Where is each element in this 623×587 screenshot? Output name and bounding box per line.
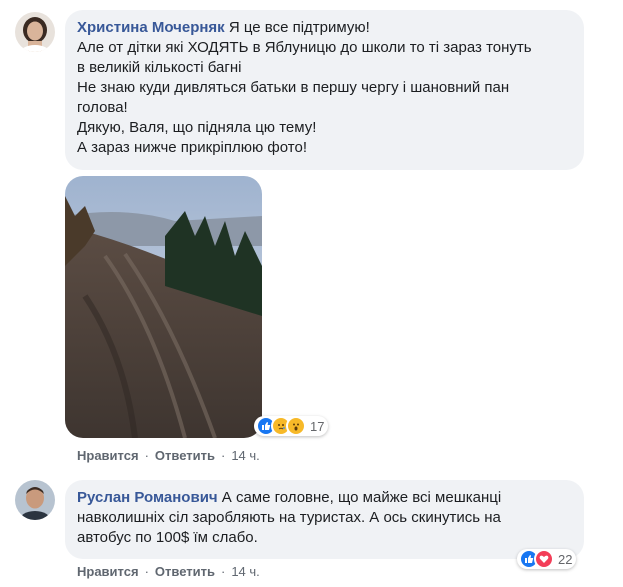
separator: · — [144, 448, 149, 463]
comment-text-line: автобус по 100$ їм слабо. — [77, 529, 258, 546]
muddy-road-photo — [65, 176, 262, 438]
reaction-count: 17 — [310, 418, 325, 434]
comment-bubble: Христина Мочерняк Я це все підтримую! Ал… — [65, 10, 584, 170]
avatar-photo — [15, 12, 55, 52]
comment-text-line: Не знаю куди дивляться батьки в першу че… — [77, 79, 510, 96]
comment-text-line: Але от дітки які ХОДЯТЬ в Яблуницю до шк… — [77, 39, 532, 56]
comment-author[interactable]: Христина Мочерняк — [77, 19, 225, 36]
attached-photo[interactable] — [65, 176, 262, 438]
comment-author[interactable]: Руслан Романович — [77, 489, 218, 506]
comment-text-line: А саме головне, що майже всі мешканці — [221, 489, 502, 506]
comment-actions: Нравится · Ответить · 14 ч. — [77, 564, 260, 579]
like-button[interactable]: Нравится — [77, 448, 139, 463]
avatar[interactable] — [15, 480, 55, 520]
like-button[interactable]: Нравится — [77, 564, 139, 579]
comment-timestamp[interactable]: 14 ч. — [231, 564, 259, 579]
reply-button[interactable]: Ответить — [155, 564, 215, 579]
reply-button[interactable]: Ответить — [155, 448, 215, 463]
comment-text-line: Дякую, Валя, що підняла цю тему! — [77, 119, 317, 136]
wow-icon — [286, 416, 306, 436]
separator: · — [144, 564, 149, 579]
avatar[interactable] — [15, 12, 55, 52]
comment-bubble: Руслан Романович А саме головне, що майж… — [65, 480, 584, 559]
comment-text-line: Я це все підтримую! — [228, 19, 370, 36]
comment-text-line: в великій кількості багні — [77, 59, 242, 76]
love-icon — [534, 549, 554, 569]
separator: · — [220, 448, 226, 463]
reaction-count: 22 — [558, 551, 573, 567]
comment-text-line: голова! — [77, 99, 128, 116]
reactions-summary[interactable]: 22 — [517, 549, 577, 569]
avatar-photo — [15, 480, 55, 520]
comment-timestamp[interactable]: 14 ч. — [231, 448, 259, 463]
reactions-summary[interactable]: 17 — [254, 416, 329, 436]
separator: · — [220, 564, 226, 579]
comment-text-line: навколишніх сіл заробляють на туристах. … — [77, 509, 501, 526]
comment-text-line: А зараз нижче прикріплюю фото! — [77, 139, 307, 156]
comment-actions: Нравится · Ответить · 14 ч. — [77, 448, 260, 463]
